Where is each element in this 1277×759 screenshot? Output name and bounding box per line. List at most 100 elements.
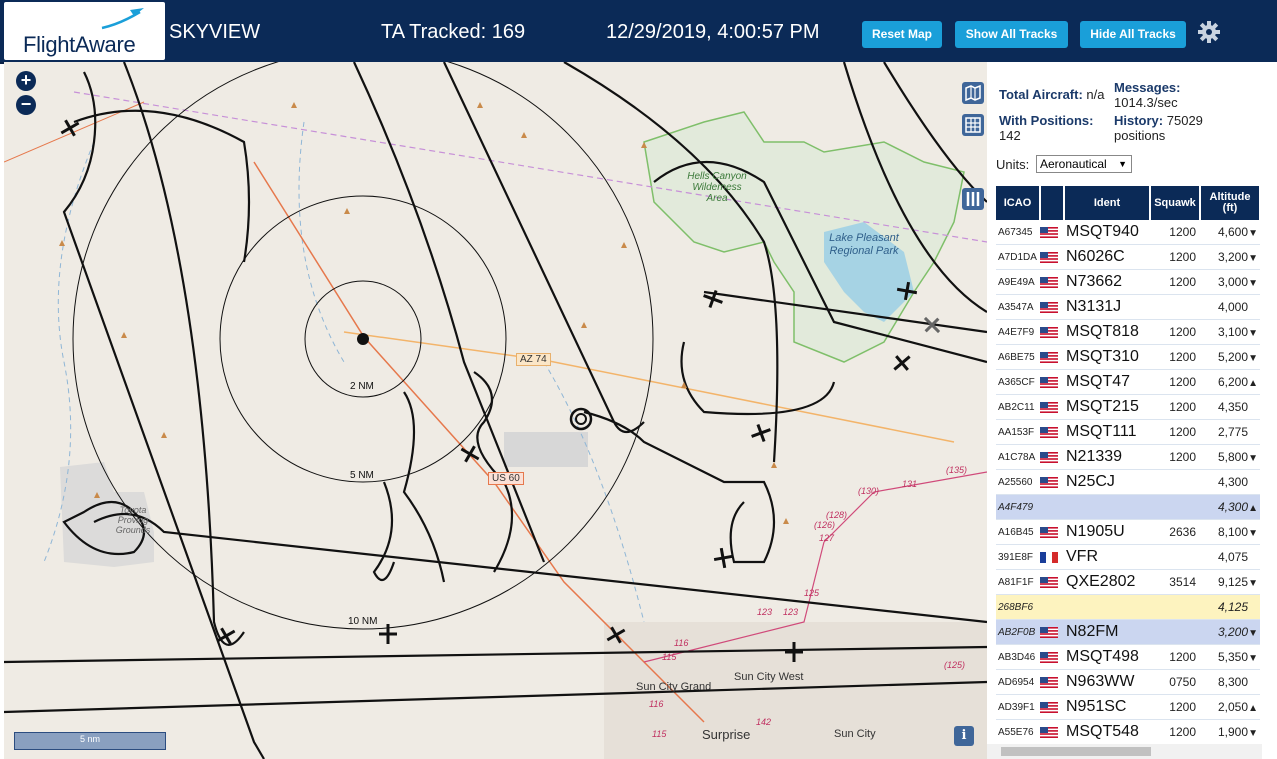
table-row[interactable]: AA153F MSQT111 1200 2,775 (996, 419, 1260, 445)
ring-label-5nm: 5 NM (350, 470, 374, 481)
receiver-site (357, 333, 369, 345)
altitude-value: 2,050 (1217, 700, 1248, 714)
altitude-cell: 6,200▲ (1200, 369, 1260, 395)
flag-cell (1040, 669, 1064, 695)
info-button[interactable]: i (954, 726, 974, 746)
table-row[interactable]: A4E7F9 MSQT818 1200 3,100▼ (996, 319, 1260, 345)
altitude-trend-icon: ▼ (1248, 728, 1258, 739)
place-label-hells-canyon: Hells Canyon Wilderness Area (687, 171, 747, 204)
col-ident[interactable]: Ident (1064, 186, 1151, 220)
grid-toggle-button[interactable] (962, 114, 984, 136)
table-row[interactable]: A55E76 MSQT548 1200 1,900▼ (996, 719, 1260, 745)
us-flag-icon (1040, 227, 1058, 239)
units-select[interactable]: Aeronautical ▼ (1036, 155, 1132, 173)
route-number: 142 (756, 717, 772, 727)
top-bar: FlightAware SKYVIEW TA Tracked: 169 12/2… (0, 0, 1277, 64)
us-flag-icon (1040, 652, 1058, 664)
altitude-value: 9,125 (1217, 575, 1248, 589)
aircraft-table: ICAO Ident Squawk Altitude (ft) A67345 MS… (996, 186, 1261, 745)
us-flag-icon (1040, 402, 1058, 414)
ident-cell (1064, 494, 1150, 520)
col-squawk[interactable]: Squawk (1150, 186, 1201, 220)
altitude-value: 1,900 (1217, 725, 1248, 739)
columns-toggle-button[interactable] (962, 188, 984, 210)
flag-cell (1040, 319, 1064, 345)
table-row[interactable]: AD6954 N963WW 0750 8,300 (996, 669, 1260, 695)
map-canvas[interactable]: 2 NM 5 NM 10 NM AZ 74 US 60 Hells Canyon… (4, 62, 987, 759)
altitude-value: 4,300 (1217, 475, 1248, 489)
table-row[interactable]: AB3D46 MSQT498 1200 5,350▼ (996, 644, 1260, 670)
ident-cell: N951SC (1064, 694, 1150, 720)
table-row[interactable]: AB2F0B N82FM 3,200▼ (996, 619, 1260, 645)
table-row[interactable]: A16B45 N1905U 2636 8,100▼ (996, 519, 1260, 545)
icao-cell: 391E8F (996, 544, 1040, 570)
show-all-tracks-button[interactable]: Show All Tracks (955, 21, 1068, 48)
squawk-cell (1150, 544, 1200, 570)
datetime: 12/29/2019, 4:00:57 PM (606, 21, 820, 43)
table-row[interactable]: 268BF6 4,125 (996, 594, 1260, 620)
place-label-sun-city: Sun City (834, 728, 876, 740)
table-row[interactable]: A81F1F QXE2802 3514 9,125▼ (996, 569, 1260, 595)
table-row[interactable]: AD39F1 N951SC 1200 2,050▲ (996, 694, 1260, 720)
col-altitude[interactable]: Altitude (ft) (1200, 186, 1261, 220)
icao-cell: AB2F0B (996, 619, 1040, 645)
map-layers-button[interactable] (962, 82, 984, 104)
flag-cell (1040, 244, 1064, 270)
icao-cell: A4E7F9 (996, 319, 1040, 345)
altitude-value: 5,800 (1217, 450, 1248, 464)
place-label-sun-city-west: Sun City West (734, 671, 804, 683)
altitude-value: 3,200 (1217, 250, 1248, 264)
scroll-thumb[interactable] (1001, 747, 1151, 756)
hide-all-tracks-button[interactable]: Hide All Tracks (1080, 21, 1186, 48)
map-icon (965, 84, 981, 102)
table-row[interactable]: A67345 MSQT940 1200 4,600▼ (996, 220, 1260, 245)
table-row[interactable]: A7D1DA N6026C 1200 3,200▼ (996, 244, 1260, 270)
route-number: 115 (662, 652, 677, 662)
altitude-trend-icon: ▼ (1248, 353, 1258, 364)
icao-cell: AD6954 (996, 669, 1040, 695)
route-number: 123 (783, 607, 799, 617)
icao-cell: AA153F (996, 419, 1040, 445)
table-row[interactable]: A1C78A N21339 1200 5,800▼ (996, 444, 1260, 470)
ident-cell: N3131J (1064, 294, 1150, 320)
ident-cell: N1905U (1064, 519, 1150, 545)
ident-cell: MSQT111 (1064, 419, 1150, 445)
table-row[interactable]: 391E8F VFR 4,075 (996, 544, 1260, 570)
col-flag[interactable] (1040, 186, 1065, 220)
history: History: 75029 positions (1114, 113, 1203, 143)
units-label: Units: (996, 157, 1030, 172)
table-row[interactable]: A3547A N3131J 4,000 (996, 294, 1260, 320)
icao-cell: A3547A (996, 294, 1040, 320)
place-label-sun-city-grand: Sun City Grand (636, 681, 712, 693)
altitude-value: 4,125 (1217, 600, 1248, 614)
table-row[interactable]: AB2C11 MSQT215 1200 4,350 (996, 394, 1260, 420)
gear-icon[interactable] (1197, 20, 1221, 44)
route-number: (125) (944, 660, 966, 670)
ident-cell: N82FM (1064, 619, 1150, 645)
altitude-value: 4,300 (1217, 500, 1248, 514)
us-flag-icon (1040, 627, 1058, 639)
table-row[interactable]: A9E49A N73662 1200 3,000▼ (996, 269, 1260, 295)
reset-map-button[interactable]: Reset Map (862, 21, 942, 48)
col-icao[interactable]: ICAO (996, 186, 1041, 220)
table-row[interactable]: A365CF MSQT47 1200 6,200▲ (996, 369, 1260, 395)
zoom-in-button[interactable]: + (16, 71, 36, 91)
place-label-toyota: Toyota Proving Grounds (115, 505, 151, 535)
ident-cell: VFR (1064, 544, 1150, 570)
table-row[interactable]: A4F479 4,300▲ (996, 494, 1260, 520)
horizontal-scrollbar[interactable] (987, 744, 1262, 759)
icao-cell: AD39F1 (996, 694, 1040, 720)
us-flag-icon (1040, 302, 1058, 314)
table-row[interactable]: A6BE75 MSQT310 1200 5,200▼ (996, 344, 1260, 370)
ident-cell: N25CJ (1064, 469, 1150, 495)
table-row[interactable]: A25560 N25CJ 4,300 (996, 469, 1260, 495)
altitude-cell: 4,600▼ (1200, 220, 1260, 245)
altitude-trend-icon: ▲ (1248, 503, 1258, 514)
altitude-value: 3,000 (1217, 275, 1248, 289)
squawk-cell: 0750 (1150, 669, 1200, 695)
altitude-cell: 8,100▼ (1200, 519, 1260, 545)
altitude-trend-icon: ▼ (1248, 653, 1258, 664)
squawk-cell: 1200 (1150, 319, 1200, 345)
flightaware-logo[interactable]: FlightAware (4, 2, 165, 60)
zoom-out-button[interactable]: − (16, 95, 36, 115)
